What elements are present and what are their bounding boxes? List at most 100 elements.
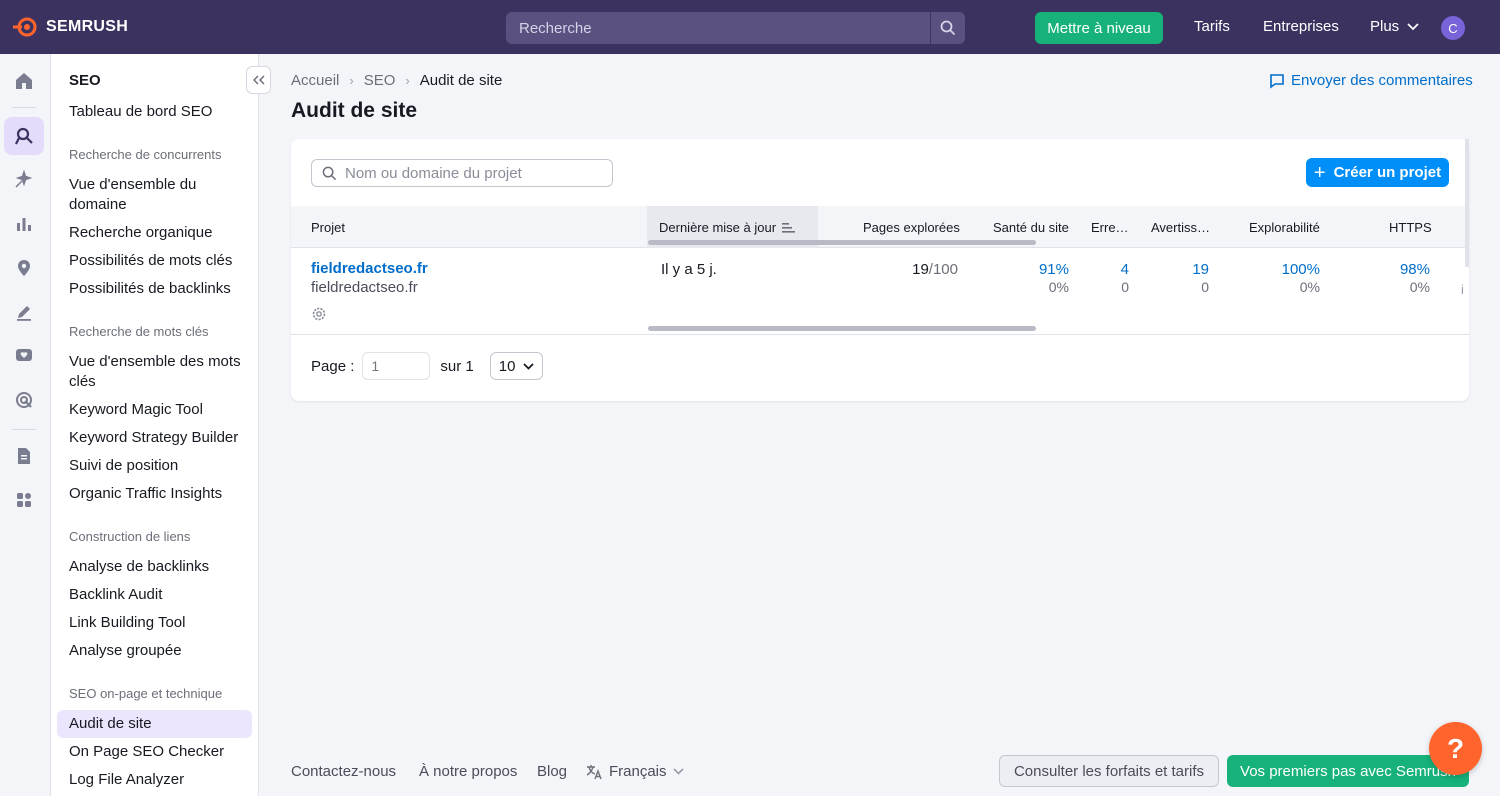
table-right-edge xyxy=(1465,139,1469,267)
semrush-logo-icon xyxy=(13,17,37,37)
column-site-health[interactable]: Santé du site xyxy=(993,220,1069,235)
sidebar-item-domain-overview[interactable]: Vue d'ensemble du domaine xyxy=(69,175,249,215)
https-value[interactable]: 98% xyxy=(1370,261,1430,278)
column-warnings[interactable]: Avertiss… xyxy=(1151,220,1210,235)
home-icon[interactable] xyxy=(4,62,44,100)
column-crawlability[interactable]: Explorabilité xyxy=(1249,220,1320,235)
sidebar-item-position-tracking[interactable]: Suivi de position xyxy=(69,456,249,476)
sidebar-section-competitor-research: Recherche de concurrents xyxy=(69,147,222,162)
help-button[interactable]: ? xyxy=(1429,722,1482,775)
table-header: Projet Dernière mise à jour Pages explor… xyxy=(291,206,1469,248)
sidebar-item-backlink-analytics[interactable]: Analyse de backlinks xyxy=(69,557,249,577)
nav-more[interactable]: Plus xyxy=(1370,18,1419,35)
column-last-update-label: Dernière mise à jour xyxy=(659,220,777,235)
column-https[interactable]: HTTPS xyxy=(1389,220,1432,235)
sidebar-item-organic-research[interactable]: Recherche organique xyxy=(69,223,249,243)
projects-card: + Créer un projet Projet Dernière mise à… xyxy=(291,139,1469,401)
sidebar-item-keyword-strategy-builder[interactable]: Keyword Strategy Builder xyxy=(69,428,249,448)
row-divider xyxy=(291,334,1469,335)
pagination: Page : sur 1 10 xyxy=(311,352,543,380)
column-pages-crawled[interactable]: Pages explorées xyxy=(863,220,960,235)
project-domain: fieldredactseo.fr xyxy=(311,279,418,296)
https-change: 0% xyxy=(1409,279,1430,295)
header-scrollbar[interactable] xyxy=(648,240,1036,245)
search-input[interactable] xyxy=(506,12,930,44)
icon-rail xyxy=(0,54,51,796)
sidebar-item-keyword-gap[interactable]: Possibilités de mots clés xyxy=(69,251,249,271)
translate-icon xyxy=(586,764,602,779)
pages-crawled-value: 19/100 xyxy=(908,261,958,278)
warnings-change: 0 xyxy=(1201,279,1209,295)
global-search xyxy=(506,12,965,44)
seo-sidebar: SEO Tableau de bord SEO Recherche de con… xyxy=(51,54,259,796)
ads-target-icon[interactable] xyxy=(4,381,44,419)
nav-pricing[interactable]: Tarifs xyxy=(1194,18,1230,35)
sidebar-item-on-page-seo-checker[interactable]: On Page SEO Checker xyxy=(69,742,249,762)
sidebar-item-link-building-tool[interactable]: Link Building Tool xyxy=(69,613,249,633)
search-button[interactable] xyxy=(930,12,965,44)
apps-grid-icon[interactable] xyxy=(4,481,44,519)
footer-blog[interactable]: Blog xyxy=(537,763,567,780)
column-errors[interactable]: Erre… xyxy=(1091,220,1129,235)
pages-crawled-count: 19 xyxy=(912,261,929,278)
sidebar-item-site-audit[interactable]: Audit de site xyxy=(69,714,249,734)
footer-contact[interactable]: Contactez-nous xyxy=(291,763,396,780)
project-search xyxy=(311,159,613,187)
chevron-right-icon: › xyxy=(349,73,354,88)
semrush-logo[interactable]: SEMRUSH xyxy=(12,15,128,39)
site-health-change: 0% xyxy=(1048,279,1069,295)
errors-change: 0 xyxy=(1121,279,1129,295)
top-bar: SEMRUSH Mettre à niveau Tarifs Entrepris… xyxy=(0,0,1500,54)
column-project[interactable]: Projet xyxy=(311,220,345,235)
sidebar-item-log-file-analyzer[interactable]: Log File Analyzer xyxy=(69,770,249,790)
crawlability-value[interactable]: 100% xyxy=(1250,261,1320,278)
send-feedback-link[interactable]: Envoyer des commentaires xyxy=(1269,72,1473,89)
chevron-right-icon: › xyxy=(405,73,410,88)
footer-language-select[interactable]: Français xyxy=(586,763,684,780)
social-heart-icon[interactable] xyxy=(4,337,44,375)
project-name-link[interactable]: fieldredactseo.fr xyxy=(311,260,428,277)
sidebar-item-bulk-analysis[interactable]: Analyse groupée xyxy=(69,641,249,661)
sidebar-item-backlink-audit[interactable]: Backlink Audit xyxy=(69,585,249,605)
sidebar-item-organic-traffic-insights[interactable]: Organic Traffic Insights xyxy=(69,484,249,504)
warnings-value[interactable]: 19 xyxy=(1159,261,1209,278)
sidebar-title: SEO xyxy=(69,72,101,89)
table-scrollbar[interactable] xyxy=(648,326,1036,331)
sidebar-item-backlink-gap[interactable]: Possibilités de backlinks xyxy=(69,279,249,299)
location-pin-icon[interactable] xyxy=(4,249,44,287)
document-icon[interactable] xyxy=(4,437,44,475)
send-feedback-label: Envoyer des commentaires xyxy=(1291,72,1473,89)
nav-enterprise[interactable]: Entreprises xyxy=(1263,18,1339,35)
content-pen-icon[interactable] xyxy=(4,293,44,331)
seo-icon[interactable] xyxy=(4,117,44,155)
footer-about[interactable]: À notre propos xyxy=(419,763,517,780)
bar-chart-icon[interactable] xyxy=(4,205,44,243)
sparkles-icon[interactable] xyxy=(4,161,44,199)
avatar[interactable]: C xyxy=(1441,16,1465,40)
page-number-input[interactable] xyxy=(362,352,431,380)
upgrade-button[interactable]: Mettre à niveau xyxy=(1035,12,1163,44)
per-page-select[interactable]: 10 xyxy=(489,352,543,380)
breadcrumb: Accueil › SEO › Audit de site xyxy=(291,72,502,89)
last-update-value: Il y a 5 j. xyxy=(661,261,717,278)
rail-divider xyxy=(12,107,36,108)
create-project-label: Créer un projet xyxy=(1333,164,1442,181)
column-last-update[interactable]: Dernière mise à jour xyxy=(659,220,796,235)
nav-more-label: Plus xyxy=(1370,18,1400,35)
errors-value[interactable]: 4 xyxy=(1089,261,1129,278)
sort-icon xyxy=(782,222,796,233)
rail-divider xyxy=(12,429,36,430)
comment-icon xyxy=(1270,73,1284,89)
collapse-sidebar-button[interactable] xyxy=(246,66,271,94)
breadcrumb-home[interactable]: Accueil xyxy=(291,72,339,89)
sidebar-item-seo-dashboard[interactable]: Tableau de bord SEO xyxy=(69,102,249,122)
create-project-button[interactable]: + Créer un projet xyxy=(1306,158,1449,187)
sidebar-item-keyword-overview[interactable]: Vue d'ensemble des mots clés xyxy=(69,352,249,392)
site-health-value[interactable]: 91% xyxy=(1009,261,1069,278)
sidebar-item-keyword-magic-tool[interactable]: Keyword Magic Tool xyxy=(69,400,249,420)
project-search-input[interactable] xyxy=(345,164,612,182)
view-plans-button[interactable]: Consulter les forfaits et tarifs xyxy=(999,755,1219,787)
breadcrumb-seo[interactable]: SEO xyxy=(364,72,396,89)
crawlability-change: 0% xyxy=(1299,279,1320,295)
project-settings[interactable] xyxy=(311,306,327,326)
